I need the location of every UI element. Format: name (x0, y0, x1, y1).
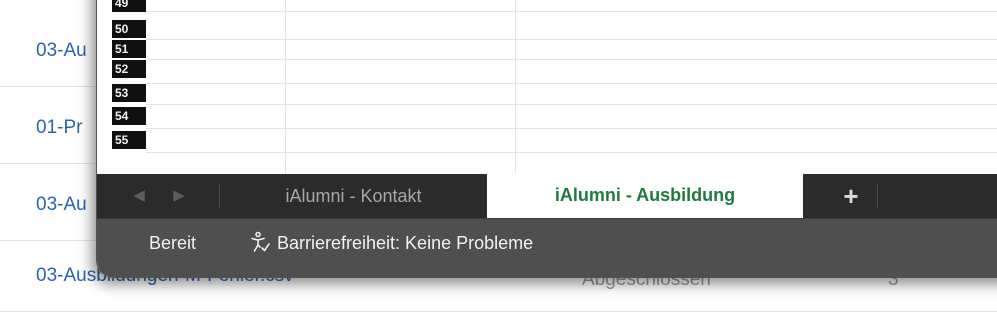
row-header[interactable]: 50 (112, 20, 146, 38)
spreadsheet-window: 49 50 51 52 53 54 55 ◀ ▶ iAlumni - Konta… (96, 0, 997, 278)
row-divider (146, 128, 997, 129)
row-divider (146, 152, 997, 153)
row-header[interactable]: 54 (112, 107, 146, 125)
file-link[interactable]: 01-Pr (36, 117, 82, 139)
column-divider (285, 0, 286, 174)
next-sheet-arrow-icon[interactable]: ▶ (169, 186, 189, 206)
accessibility-status[interactable]: Barrierefreiheit: Keine Probleme (277, 233, 533, 254)
file-link[interactable]: 03-Au (36, 40, 87, 62)
sheet-tab-bar: ◀ ▶ iAlumni - Kontakt iAlumni - Ausbildu… (97, 173, 997, 219)
status-bar: Bereit Barrierefreiheit: Keine Probleme (97, 218, 997, 278)
row-divider (146, 104, 997, 105)
ready-status: Bereit (149, 233, 197, 253)
previous-sheet-arrow-icon[interactable]: ◀ (129, 186, 149, 206)
row-header[interactable]: 53 (112, 84, 146, 102)
tab-ialumni-ausbildung[interactable]: iAlumni - Ausbildung (487, 173, 803, 219)
row-header[interactable]: 49 (112, 0, 146, 12)
row-divider (146, 39, 997, 40)
column-divider (515, 0, 516, 174)
worksheet-grid[interactable]: 49 50 51 52 53 54 55 (97, 0, 997, 174)
row-divider (146, 59, 997, 60)
row-header[interactable]: 55 (112, 131, 146, 149)
file-link[interactable]: 03-Au (36, 194, 87, 216)
row-header[interactable]: 52 (112, 60, 146, 78)
tab-ialumni-kontakt[interactable]: iAlumni - Kontakt (220, 174, 487, 218)
row-divider (146, 83, 997, 84)
add-sheet-button[interactable]: + (829, 174, 873, 218)
row-divider (146, 11, 997, 12)
row-header[interactable]: 51 (112, 40, 146, 58)
tab-divider (877, 184, 878, 208)
accessibility-icon[interactable] (249, 231, 271, 253)
